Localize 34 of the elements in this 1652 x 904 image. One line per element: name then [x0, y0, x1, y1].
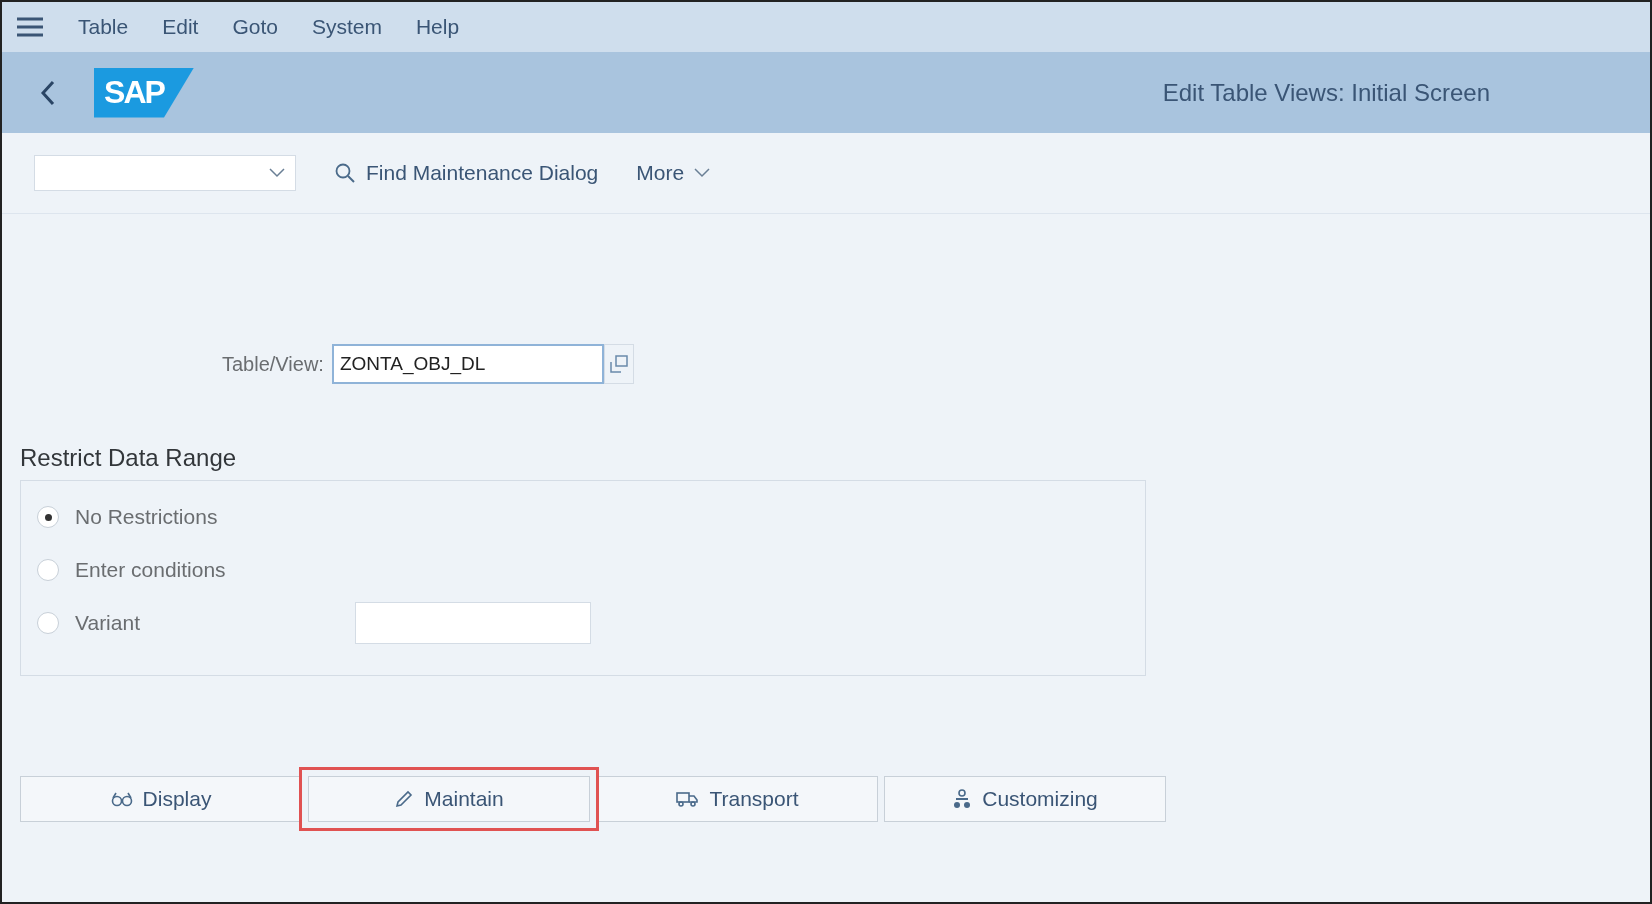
radio-button[interactable]	[37, 612, 59, 634]
people-hierarchy-icon	[952, 789, 973, 809]
dropdown-field[interactable]	[34, 155, 296, 191]
radio-label: Enter conditions	[75, 558, 227, 582]
search-icon	[334, 162, 356, 184]
transport-button[interactable]: Transport	[596, 776, 878, 822]
menu-item[interactable]: Table	[78, 15, 129, 39]
maintain-button[interactable]: Maintain	[308, 776, 590, 822]
value-help-icon[interactable]	[603, 344, 634, 384]
customizing-button[interactable]: Customizing	[884, 776, 1166, 822]
radio-button[interactable]	[37, 559, 59, 581]
menu-item[interactable]: System	[311, 15, 382, 39]
display-button[interactable]: Display	[20, 776, 302, 822]
radio-label: No Restrictions	[75, 505, 219, 529]
glasses-icon	[110, 791, 133, 807]
screen-title: Edit Table Views: Initial Screen	[1162, 78, 1491, 107]
pencil-icon	[394, 789, 415, 809]
section-title: Restrict Data Range	[20, 444, 237, 472]
truck-icon	[675, 790, 700, 808]
radio-button[interactable]	[37, 506, 59, 528]
menu-item[interactable]: Help	[415, 15, 460, 39]
input-field[interactable]: ZONTA_OBJ_DL	[331, 344, 604, 384]
chevron-down-icon	[269, 168, 285, 178]
logo: SAP	[94, 67, 194, 118]
more-button[interactable]: More	[636, 161, 711, 185]
back-icon[interactable]	[40, 79, 56, 106]
field-label: Table/View:	[222, 352, 324, 376]
menu-icon[interactable]	[16, 16, 44, 38]
chevron-down-icon	[694, 168, 711, 178]
menu-item[interactable]: Goto	[232, 15, 278, 39]
menu-item[interactable]: Edit	[162, 15, 199, 39]
variant-field[interactable]	[355, 602, 591, 644]
radio-label: Variant	[75, 611, 141, 635]
find-button[interactable]: Find Maintenance Dialog	[334, 161, 599, 185]
